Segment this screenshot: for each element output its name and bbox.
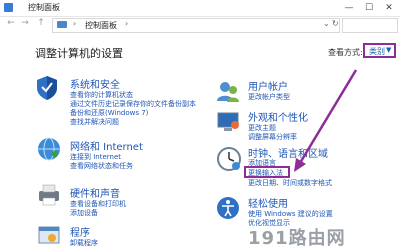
link-change-account-type[interactable]: 更改帐户类型	[248, 92, 290, 102]
shield-icon	[37, 76, 57, 100]
category-network-icon-wrap	[36, 136, 62, 166]
highlight-box	[244, 166, 290, 178]
back-icon[interactable]: ←	[6, 18, 16, 28]
globe-icon	[38, 137, 60, 161]
refresh-icon[interactable]: ↻	[332, 19, 339, 28]
annotation-arrow	[294, 69, 358, 172]
category-appearance-title[interactable]: 外观和个性化	[248, 109, 308, 124]
chevron-down-icon[interactable]: ⌄	[323, 19, 330, 28]
search-input[interactable]	[342, 18, 398, 33]
link-screen-resolution[interactable]: 调整屏幕分辨率	[248, 132, 297, 142]
ease-of-access-icon	[217, 197, 239, 219]
caret-down-icon: ▼	[386, 46, 392, 54]
up-icon[interactable]: ↑	[36, 18, 46, 28]
view-by-select[interactable]: 类别 ▼	[363, 43, 396, 58]
forward-icon[interactable]: →	[20, 18, 30, 28]
category-system-security-title[interactable]: 系统和安全	[70, 76, 120, 91]
category-hardware-title[interactable]: 硬件和声音	[70, 185, 120, 200]
link-uninstall[interactable]: 卸载程序	[70, 238, 98, 248]
title-bar: 控制面板 — ☐ ✕	[0, 0, 400, 17]
page-title: 调整计算机的设置	[35, 47, 123, 60]
programs-icon	[38, 226, 60, 244]
breadcrumb-separator: ›	[73, 19, 77, 28]
close-button[interactable]: ✕	[380, 0, 398, 16]
clock-globe-icon	[217, 147, 241, 171]
address-field[interactable]: › 控制面板 › ⌄ ↻	[52, 18, 340, 33]
category-network-title[interactable]: 网络和 Internet	[70, 138, 143, 153]
view-by-value: 类别	[369, 47, 385, 56]
breadcrumb-control-panel[interactable]: 控制面板	[85, 20, 117, 31]
address-bar: ← → ↑ › 控制面板 › ⌄ ↻	[0, 17, 400, 33]
category-ease-of-access-title[interactable]: 轻松使用	[248, 195, 288, 210]
watermark: 191路由网	[248, 228, 346, 249]
user-accounts-icon	[217, 82, 239, 102]
link-network-status[interactable]: 查看网络状态和任务	[70, 161, 133, 171]
view-by-label: 查看方式:	[328, 48, 363, 57]
printer-icon	[39, 184, 59, 206]
control-panel-icon	[4, 3, 13, 12]
breadcrumb-separator: ›	[125, 19, 129, 28]
link-troubleshoot[interactable]: 查找并解决问题	[70, 117, 119, 127]
category-programs-title[interactable]: 程序	[70, 224, 90, 239]
maximize-button[interactable]: ☐	[360, 0, 378, 16]
window-title: 控制面板	[28, 3, 60, 12]
minimize-button[interactable]: —	[340, 0, 358, 16]
link-add-device[interactable]: 添加设备	[70, 208, 98, 218]
link-date-time-format[interactable]: 更改日期、时间或数字格式	[248, 178, 332, 188]
computer-icon	[57, 21, 67, 28]
appearance-icon	[217, 112, 239, 131]
category-user-accounts-title[interactable]: 用户帐户	[248, 78, 288, 93]
